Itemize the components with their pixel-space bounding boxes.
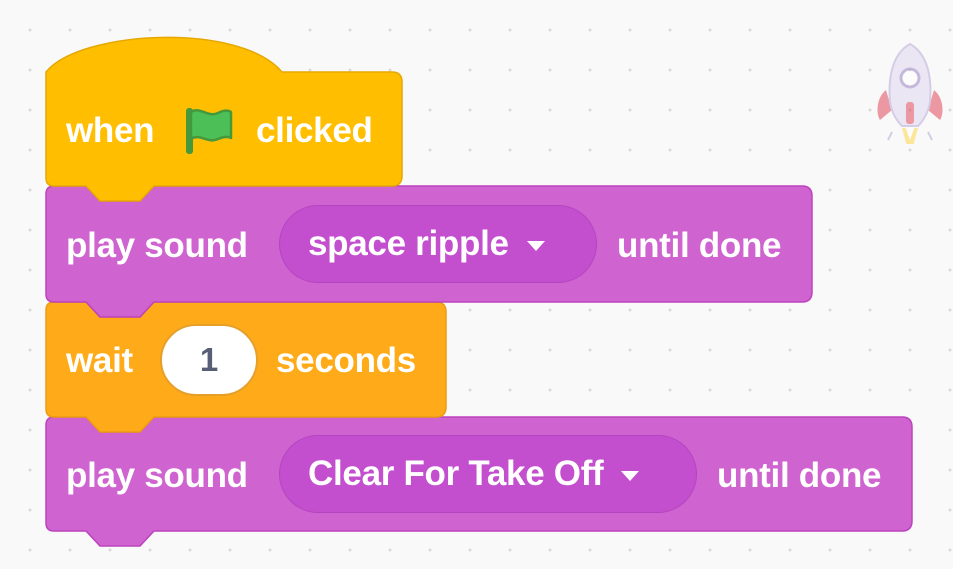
code-workspace[interactable]: when clicked play sound space ripple unt… xyxy=(0,0,953,569)
sound-menu-dropdown-1[interactable]: space ripple xyxy=(279,205,597,283)
when-label: when xyxy=(66,111,155,150)
wait-label: wait xyxy=(66,341,133,380)
until-done-label-1: until done xyxy=(617,226,782,265)
green-flag-icon xyxy=(186,108,233,154)
clicked-label: clicked xyxy=(256,111,373,150)
wait-seconds-value: 1 xyxy=(199,341,219,378)
sound-menu-value-2: Clear For Take Off xyxy=(308,454,604,493)
dropdown-arrow-icon xyxy=(621,470,640,481)
until-done-label-2: until done xyxy=(717,456,882,495)
play-sound-label-2: play sound xyxy=(66,456,248,495)
rocketship-sprite-icon xyxy=(877,42,943,144)
play-sound-label-1: play sound xyxy=(66,226,248,265)
wait-seconds-input[interactable]: 1 xyxy=(160,324,258,396)
dropdown-arrow-icon xyxy=(526,240,545,251)
sound-menu-dropdown-2[interactable]: Clear For Take Off xyxy=(279,435,697,513)
sound-menu-value-1: space ripple xyxy=(308,224,509,263)
seconds-label: seconds xyxy=(276,341,416,380)
